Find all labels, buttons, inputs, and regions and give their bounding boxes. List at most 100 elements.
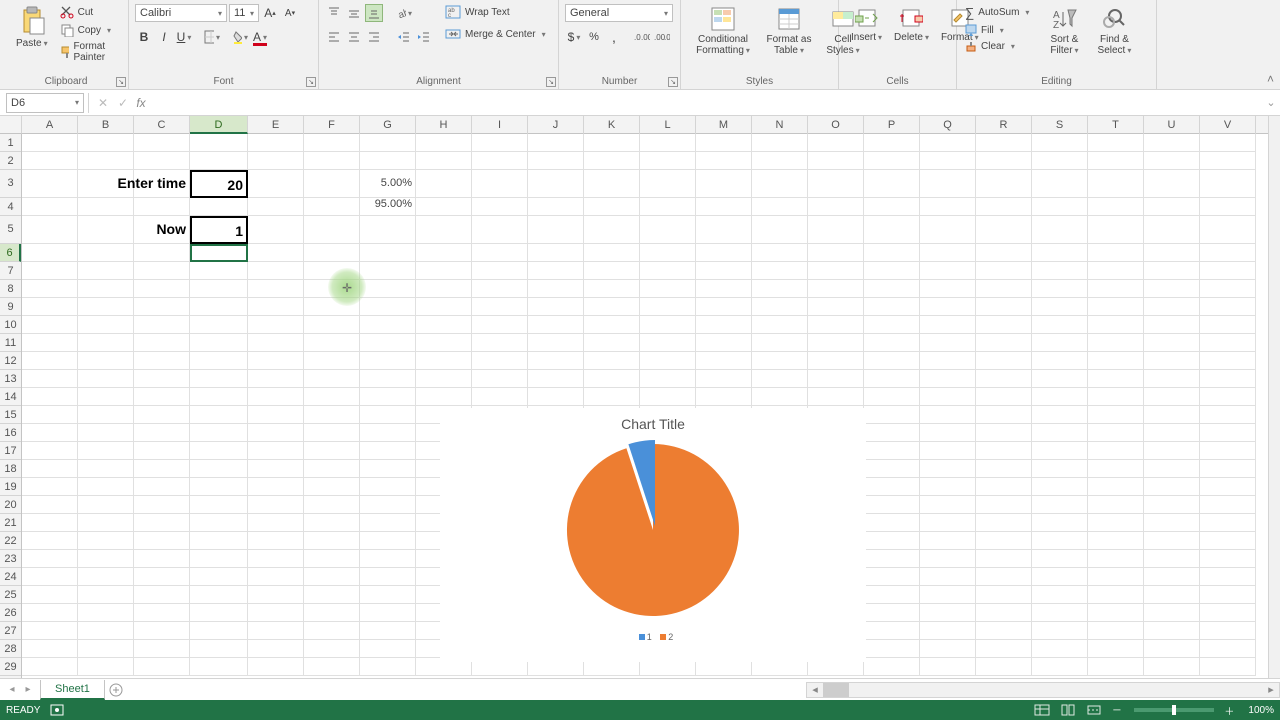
paste-button[interactable]: Paste bbox=[10, 4, 54, 51]
cell-Q6[interactable] bbox=[920, 244, 976, 262]
cell-N6[interactable] bbox=[752, 244, 808, 262]
cell-F9[interactable] bbox=[304, 298, 360, 316]
cell-U2[interactable] bbox=[1144, 152, 1200, 170]
borders-button[interactable] bbox=[203, 28, 221, 46]
comma-format-button[interactable]: , bbox=[605, 28, 623, 46]
cell-Q1[interactable] bbox=[920, 134, 976, 152]
row-header-25[interactable]: 25 bbox=[0, 586, 21, 604]
cell-N13[interactable] bbox=[752, 370, 808, 388]
cell-R12[interactable] bbox=[976, 352, 1032, 370]
cell-C10[interactable] bbox=[134, 316, 190, 334]
cell-E25[interactable] bbox=[248, 586, 304, 604]
cell-E15[interactable] bbox=[248, 406, 304, 424]
row-header-9[interactable]: 9 bbox=[0, 298, 21, 316]
accounting-format-button[interactable]: $ bbox=[565, 28, 583, 46]
font-dialog-launcher[interactable]: ↘ bbox=[306, 77, 316, 87]
cell-F26[interactable] bbox=[304, 604, 360, 622]
cell-B26[interactable] bbox=[78, 604, 134, 622]
cell-A17[interactable] bbox=[22, 442, 78, 460]
cell-G25[interactable] bbox=[360, 586, 416, 604]
col-header-I[interactable]: I bbox=[472, 116, 528, 134]
cell-C8[interactable] bbox=[134, 280, 190, 298]
cell-Q4[interactable] bbox=[920, 198, 976, 216]
row-header-5[interactable]: 5 bbox=[0, 216, 21, 244]
cell-D29[interactable] bbox=[190, 658, 248, 676]
cell-S29[interactable] bbox=[1032, 658, 1088, 676]
cell-U1[interactable] bbox=[1144, 134, 1200, 152]
cell-E11[interactable] bbox=[248, 334, 304, 352]
view-page-layout-button[interactable] bbox=[1057, 702, 1079, 718]
cell-S23[interactable] bbox=[1032, 550, 1088, 568]
cell-T4[interactable] bbox=[1088, 198, 1144, 216]
cell-H6[interactable] bbox=[416, 244, 472, 262]
cell-M9[interactable] bbox=[696, 298, 752, 316]
cell-H12[interactable] bbox=[416, 352, 472, 370]
cell-C25[interactable] bbox=[134, 586, 190, 604]
cell-G26[interactable] bbox=[360, 604, 416, 622]
cell-R25[interactable] bbox=[976, 586, 1032, 604]
cell-C27[interactable] bbox=[134, 622, 190, 640]
col-header-M[interactable]: M bbox=[696, 116, 752, 134]
align-left-button[interactable] bbox=[325, 28, 343, 46]
col-header-D[interactable]: D bbox=[190, 116, 248, 134]
cell-P9[interactable] bbox=[864, 298, 920, 316]
cell-V10[interactable] bbox=[1200, 316, 1256, 334]
cell-T20[interactable] bbox=[1088, 496, 1144, 514]
cell-F29[interactable] bbox=[304, 658, 360, 676]
cell-S5[interactable] bbox=[1032, 216, 1088, 244]
cell-S18[interactable] bbox=[1032, 460, 1088, 478]
cell-N1[interactable] bbox=[752, 134, 808, 152]
cell-C5[interactable]: Now bbox=[134, 216, 190, 244]
cell-D25[interactable] bbox=[190, 586, 248, 604]
row-header-14[interactable]: 14 bbox=[0, 388, 21, 406]
cell-E20[interactable] bbox=[248, 496, 304, 514]
insert-cells-button[interactable]: Insert bbox=[845, 4, 888, 45]
cell-K13[interactable] bbox=[584, 370, 640, 388]
cell-N8[interactable] bbox=[752, 280, 808, 298]
conditional-formatting-button[interactable]: Conditional Formatting bbox=[687, 4, 759, 58]
cell-S27[interactable] bbox=[1032, 622, 1088, 640]
cell-L12[interactable] bbox=[640, 352, 696, 370]
align-right-button[interactable] bbox=[365, 28, 383, 46]
cell-I3[interactable] bbox=[472, 170, 528, 198]
cell-B21[interactable] bbox=[78, 514, 134, 532]
cell-J10[interactable] bbox=[528, 316, 584, 334]
cell-H10[interactable] bbox=[416, 316, 472, 334]
cell-I4[interactable] bbox=[472, 198, 528, 216]
cell-K7[interactable] bbox=[584, 262, 640, 280]
cell-A29[interactable] bbox=[22, 658, 78, 676]
cell-C28[interactable] bbox=[134, 640, 190, 658]
cell-K9[interactable] bbox=[584, 298, 640, 316]
cell-V15[interactable] bbox=[1200, 406, 1256, 424]
row-header-12[interactable]: 12 bbox=[0, 352, 21, 370]
cell-G5[interactable] bbox=[360, 216, 416, 244]
cell-B12[interactable] bbox=[78, 352, 134, 370]
row-header-8[interactable]: 8 bbox=[0, 280, 21, 298]
cell-V7[interactable] bbox=[1200, 262, 1256, 280]
select-all-corner[interactable] bbox=[0, 116, 22, 134]
view-normal-button[interactable] bbox=[1031, 702, 1053, 718]
cell-V1[interactable] bbox=[1200, 134, 1256, 152]
cell-S25[interactable] bbox=[1032, 586, 1088, 604]
cell-U16[interactable] bbox=[1144, 424, 1200, 442]
cell-S24[interactable] bbox=[1032, 568, 1088, 586]
cell-U3[interactable] bbox=[1144, 170, 1200, 198]
cell-A22[interactable] bbox=[22, 532, 78, 550]
cell-A20[interactable] bbox=[22, 496, 78, 514]
cell-F17[interactable] bbox=[304, 442, 360, 460]
col-header-O[interactable]: O bbox=[808, 116, 864, 134]
cell-R23[interactable] bbox=[976, 550, 1032, 568]
cell-C22[interactable] bbox=[134, 532, 190, 550]
cell-I12[interactable] bbox=[472, 352, 528, 370]
align-bottom-button[interactable] bbox=[365, 4, 383, 22]
cell-C12[interactable] bbox=[134, 352, 190, 370]
cell-M6[interactable] bbox=[696, 244, 752, 262]
cell-G27[interactable] bbox=[360, 622, 416, 640]
view-page-break-button[interactable] bbox=[1083, 702, 1105, 718]
cell-P13[interactable] bbox=[864, 370, 920, 388]
horizontal-scrollbar[interactable]: ◂▸ bbox=[806, 682, 1280, 698]
col-header-A[interactable]: A bbox=[22, 116, 78, 134]
cell-G4[interactable]: 95.00% bbox=[360, 198, 416, 216]
cell-E18[interactable] bbox=[248, 460, 304, 478]
cell-N10[interactable] bbox=[752, 316, 808, 334]
